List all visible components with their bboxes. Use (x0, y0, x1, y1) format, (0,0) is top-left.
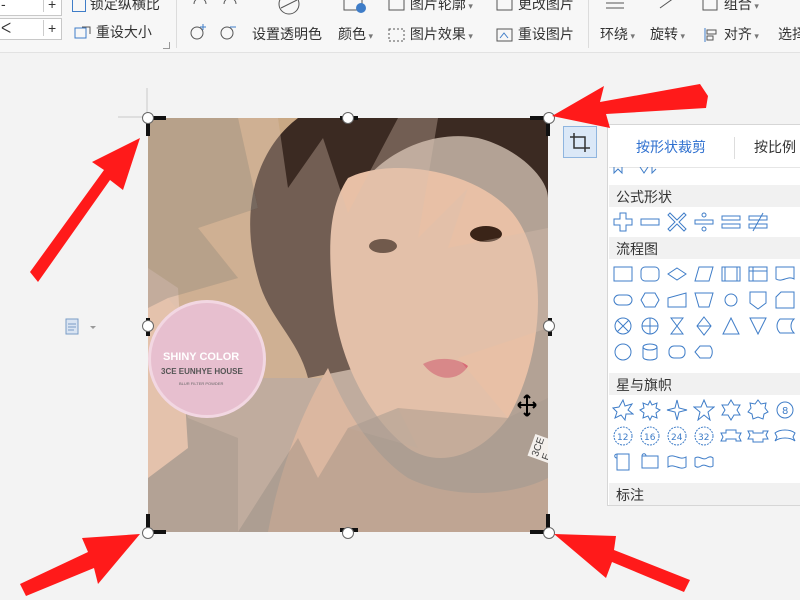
red-arrow-top-left (30, 138, 140, 282)
red-arrow-top-right (552, 84, 708, 128)
red-arrow-bottom-left (20, 534, 140, 596)
red-arrow-bottom-right (554, 534, 690, 592)
annotation-arrows (20, 84, 708, 596)
